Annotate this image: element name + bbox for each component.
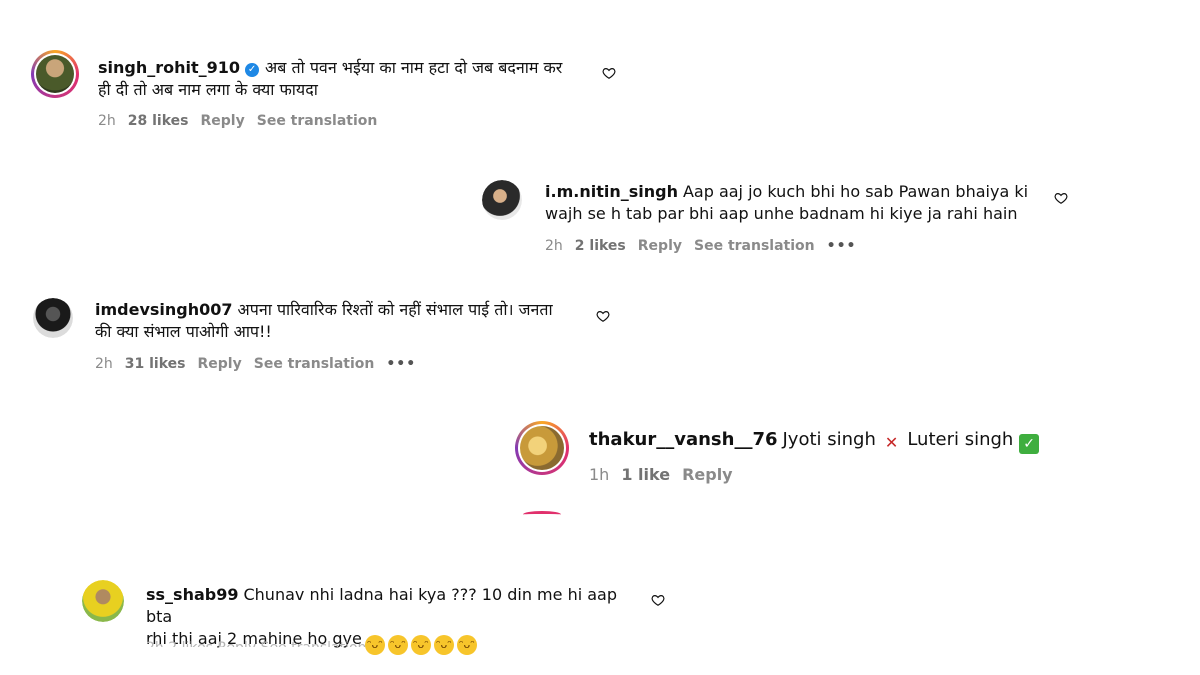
comment-text: thakur__vansh__76 Jyoti singh ✕ Luteri si… <box>589 428 1069 454</box>
comment-text: imdevsingh007 अपना पारिवारिक रिश्तों को न… <box>95 299 595 343</box>
username[interactable]: i.m.nitin_singh <box>545 182 678 201</box>
username[interactable]: ss_shab99 <box>146 585 238 604</box>
comment-meta: 1h 1 like Reply <box>589 465 745 484</box>
username[interactable]: thakur__vansh__76 <box>589 429 778 450</box>
likes-count[interactable]: 31 likes <box>125 356 186 372</box>
timestamp: 2h <box>545 238 563 254</box>
comment-line1-part1: Jyoti singh <box>782 429 876 450</box>
comment-line1: अपना पारिवारिक रिश्तों को नहीं संभाल पाई… <box>237 300 553 319</box>
comment-meta: 2h 31 likes Reply See translation ••• <box>95 356 428 372</box>
comment-text: singh_rohit_910 ✓ अब तो पवन भईया का नाम हट… <box>98 57 598 101</box>
see-translation-button[interactable]: See translation <box>257 113 378 129</box>
comment-text: i.m.nitin_singh Aap aaj jo kuch bhi ho sa… <box>545 181 1045 225</box>
reply-button[interactable]: Reply <box>638 238 682 254</box>
reply-button[interactable]: Reply <box>198 356 242 372</box>
comment-meta: 2h 28 likes Reply See translation <box>98 113 389 129</box>
timestamp: 2h <box>95 356 113 372</box>
more-icon[interactable]: ••• <box>827 238 857 254</box>
laughing-emoji-icon: ᵔᴗᵔ <box>456 635 477 655</box>
heart-icon[interactable] <box>1054 191 1068 205</box>
avatar-imdevsingh[interactable] <box>33 298 73 338</box>
likes-count[interactable]: 28 likes <box>128 113 189 129</box>
avatar-singh-rohit[interactable] <box>31 50 79 98</box>
reply-button[interactable]: Reply <box>201 113 245 129</box>
see-translation-button[interactable]: See translation <box>694 238 815 254</box>
username[interactable]: singh_rohit_910 <box>98 58 240 77</box>
avatar-nitin-singh[interactable] <box>482 180 522 220</box>
timestamp: 1h <box>589 465 610 484</box>
comment-meta: 2h 2 likes Reply See translation ••• <box>545 238 868 254</box>
comment-line2: ही दी तो अब नाम लगा के क्या फायदा <box>98 80 318 99</box>
avatar-partial <box>523 511 561 518</box>
username[interactable]: imdevsingh007 <box>95 300 233 319</box>
check-mark-icon: ✓ <box>1019 434 1040 454</box>
laughing-emoji-icon: ᵔᴗᵔ <box>433 635 454 655</box>
laughing-emoji-icon: ᵔᴗᵔ <box>410 635 431 655</box>
cross-mark-icon: ✕ <box>884 433 899 452</box>
avatar-thakur-vansh[interactable] <box>515 421 569 475</box>
laughing-emoji-icon: ᵔᴗᵔ <box>364 635 385 655</box>
heart-icon[interactable] <box>596 309 610 323</box>
reply-button[interactable]: Reply <box>682 465 733 484</box>
see-translation-button[interactable]: See translation <box>254 356 375 372</box>
comment-line2: wajh se h tab par bhi aap unhe badnam hi… <box>545 204 1018 223</box>
more-icon[interactable]: ••• <box>386 356 416 372</box>
comment-line2: की क्या संभाल पाओगी आप!! <box>95 322 272 341</box>
avatar-ss-shab[interactable] <box>82 580 124 622</box>
likes-count[interactable]: 2 likes <box>575 238 626 254</box>
comment-line1: अब तो पवन भईया का नाम हटा दो जब बदनाम कर <box>265 58 563 77</box>
likes-count[interactable]: 1 like <box>621 465 670 484</box>
comment-line1: Aap aaj jo kuch bhi ho sab Pawan bhaiya … <box>682 182 1029 201</box>
comment-meta-cut: 2h 2 likes Reply See translation <box>146 640 366 647</box>
laughing-emoji-icon: ᵔᴗᵔ <box>387 635 408 655</box>
verified-icon: ✓ <box>245 63 260 77</box>
timestamp: 2h <box>98 113 116 129</box>
heart-icon[interactable] <box>602 66 616 80</box>
heart-icon[interactable] <box>651 593 665 607</box>
comments-page: singh_rohit_910 ✓ अब तो पवन भईया का नाम हट… <box>0 0 1200 675</box>
comment-line1-part2: Luteri singh <box>907 429 1014 450</box>
